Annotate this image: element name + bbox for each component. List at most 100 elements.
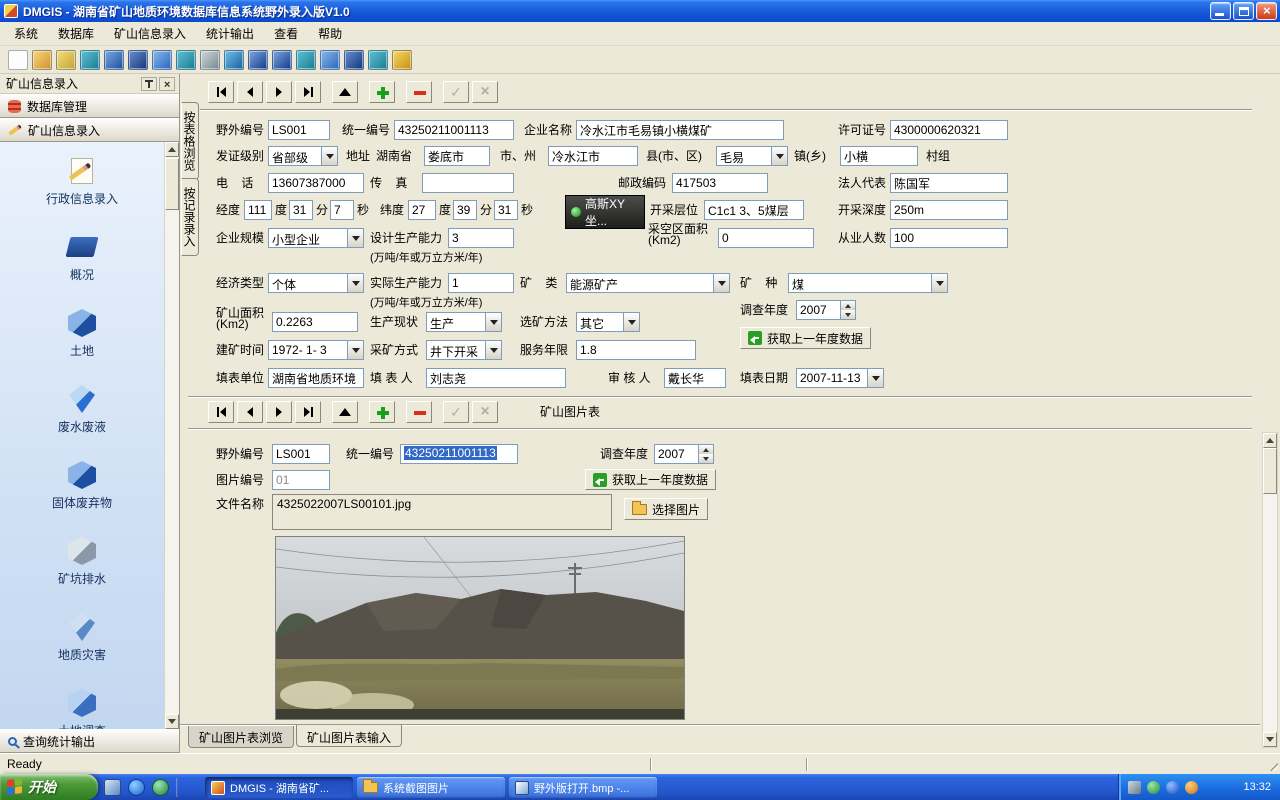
sidebar-item-land[interactable]: 土地 [7,306,157,358]
city-input[interactable] [424,146,490,166]
go-icon[interactable] [392,50,412,70]
file-name-box[interactable]: 4325022007LS00101.jpg [272,494,612,530]
chevron-down-icon[interactable] [867,369,883,387]
depth-input[interactable] [890,200,1008,220]
menu-mine-input[interactable]: 矿山信息录入 [104,22,196,45]
alert-icon[interactable] [1185,781,1198,794]
nav-insert-button[interactable] [369,81,395,103]
fax-input[interactable] [422,173,514,193]
move-up-icon[interactable] [248,50,268,70]
resize-grip[interactable] [1268,761,1278,771]
nav-up-button[interactable] [332,81,358,103]
lon-sec-input[interactable] [330,200,354,220]
menu-stats-output[interactable]: 统计输出 [196,22,264,45]
chevron-down-icon[interactable] [931,274,947,292]
close-button[interactable]: × [1256,2,1277,20]
chevron-down-icon[interactable] [623,313,639,331]
cert-level-combo[interactable]: 省部级 [268,146,338,166]
nav-delete-button[interactable] [406,401,432,423]
lat-deg-input[interactable] [408,200,436,220]
prefecture-input[interactable] [548,146,638,166]
phone-input[interactable] [268,173,364,193]
choose-picture-button[interactable]: 选择图片 [624,498,708,520]
antivirus-icon[interactable] [1147,781,1160,794]
pic-uniform-no-input[interactable]: 43250211001113 [400,444,518,464]
sidebar-item-wastewater[interactable]: 废水废液 [7,382,157,434]
menu-view[interactable]: 查看 [264,22,308,45]
edit-icon[interactable] [56,50,76,70]
scroll-up-button[interactable] [165,142,179,157]
economy-type-combo[interactable]: 个体 [268,273,364,293]
scroll-thumb[interactable] [165,158,179,210]
menu-database[interactable]: 数据库 [48,22,104,45]
sidebar-item-mine-input[interactable]: 矿山信息录入 [0,118,179,142]
show-desktop-icon[interactable] [104,779,121,796]
legal-rep-input[interactable] [890,173,1008,193]
nav-cancel-button[interactable] [472,401,498,423]
picture-scrollbar[interactable] [1262,432,1278,748]
fill-date-combo[interactable]: 2007-11-13 [796,368,884,388]
lat-sec-input[interactable] [494,200,518,220]
pic-survey-year-spinner[interactable]: 2007 [654,444,714,464]
buildings-icon[interactable] [344,50,364,70]
pic-fetch-previous-year-button[interactable]: 获取上一年度数据 [585,469,716,490]
ruler-icon[interactable] [296,50,316,70]
taskbar-task-dmgis[interactable]: DMGIS - 湖南省矿... [205,777,353,798]
map-icon[interactable] [368,50,388,70]
lon-deg-input[interactable] [244,200,272,220]
maximize-button[interactable] [1233,2,1254,20]
nav-cancel-button[interactable] [472,81,498,103]
nav-prev-button[interactable] [237,81,263,103]
nav-last-button[interactable] [295,81,321,103]
layer-input[interactable] [704,200,804,220]
nav-prev-button[interactable] [237,401,263,423]
refresh-icon[interactable] [80,50,100,70]
chevron-down-icon[interactable] [347,229,363,247]
chevron-down-icon[interactable] [347,341,363,359]
chevron-down-icon[interactable] [485,341,501,359]
scroll-down-button[interactable] [165,714,179,729]
field-no-input[interactable] [268,120,330,140]
design-capacity-input[interactable] [448,228,514,248]
mining-mode-combo[interactable]: 井下开采 [426,340,502,360]
minimize-button[interactable] [1210,2,1231,20]
town-input[interactable] [840,146,918,166]
mine-kind-combo[interactable]: 煤 [788,273,948,293]
auditor-input[interactable] [664,368,726,388]
internet-explorer-icon[interactable] [128,779,145,796]
tab-picture-input[interactable]: 矿山图片表输入 [296,725,402,747]
chevron-down-icon[interactable] [485,313,501,331]
menu-help[interactable]: 帮助 [308,22,352,45]
messenger-icon[interactable] [1166,781,1179,794]
print-icon[interactable] [200,50,220,70]
taskbar-task-folder[interactable]: 系统截图图片 [357,777,505,798]
mine-class-combo[interactable]: 能源矿产 [566,273,730,293]
scale-combo[interactable]: 小型企业 [268,228,364,248]
tab-picture-browse[interactable]: 矿山图片表浏览 [188,726,294,748]
chevron-down-icon[interactable] [321,147,337,165]
start-button[interactable]: 开始 [0,774,98,800]
company-input[interactable] [576,120,784,140]
mine-area-input[interactable] [272,312,358,332]
production-status-combo[interactable]: 生产 [426,312,502,332]
nav-insert-button[interactable] [369,401,395,423]
staff-input[interactable] [890,228,1008,248]
sidebar-item-admin-info[interactable]: 行政信息录入 [7,154,157,206]
spin-up-icon[interactable] [841,301,855,310]
sidebar-item-database-manage[interactable]: 数据库管理 [0,94,179,118]
fill-org-input[interactable] [268,368,364,388]
nav-post-button[interactable] [443,401,469,423]
sidebar-item-overview[interactable]: 概况 [7,230,157,282]
menu-system[interactable]: 系统 [4,22,48,45]
sidebar-item-land-survey[interactable]: 土地调查 [7,686,157,729]
scroll-down-button[interactable] [1263,732,1277,747]
scroll-up-button[interactable] [1263,433,1277,448]
spin-down-icon[interactable] [841,310,855,319]
beneficiation-combo[interactable]: 其它 [576,312,640,332]
filler-input[interactable] [426,368,566,388]
nav-next-button[interactable] [266,81,292,103]
gauss-xy-button[interactable]: 高斯XY坐... [565,195,645,229]
lon-min-input[interactable] [289,200,313,220]
sidebar-close-button[interactable] [159,77,175,91]
goaf-area-input[interactable] [718,228,814,248]
